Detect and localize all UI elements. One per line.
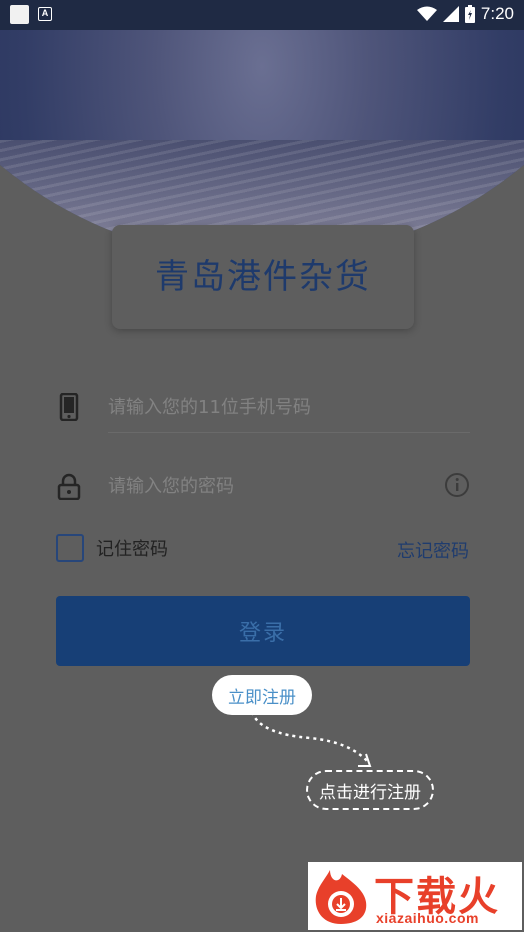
remember-checkbox[interactable] bbox=[56, 534, 84, 562]
a-box-icon: A bbox=[38, 7, 52, 21]
phone-field bbox=[56, 385, 470, 433]
password-field bbox=[56, 464, 470, 508]
phone-input[interactable] bbox=[108, 385, 408, 429]
watermark: 下载火 xiazaihuo.com bbox=[308, 862, 522, 930]
phone-icon bbox=[56, 392, 82, 422]
hero-image bbox=[0, 0, 524, 260]
title-card: 青岛港件杂货 bbox=[112, 225, 414, 329]
app-title: 青岛港件杂货 bbox=[155, 256, 371, 297]
info-icon[interactable] bbox=[444, 472, 470, 498]
forgot-password-link[interactable]: 忘记密码 bbox=[397, 537, 469, 563]
register-hint: 点击进行注册 bbox=[306, 770, 434, 810]
remember-label[interactable]: 记住密码 bbox=[96, 535, 168, 561]
signal-icon bbox=[442, 6, 459, 22]
status-time: 7:20 bbox=[480, 4, 514, 23]
notification-square-icon bbox=[10, 5, 29, 24]
password-input[interactable] bbox=[108, 464, 408, 508]
login-button[interactable]: 登录 bbox=[56, 596, 470, 666]
lock-icon bbox=[56, 472, 82, 501]
phone-underline bbox=[108, 432, 470, 433]
flame-logo-icon bbox=[315, 870, 367, 924]
remember-row: 记住密码 bbox=[56, 533, 168, 563]
watermark-domain: xiazaihuo.com bbox=[376, 910, 479, 926]
status-right: 7:20 bbox=[416, 4, 514, 24]
wifi-icon bbox=[416, 6, 437, 22]
guide-arrow-icon bbox=[250, 711, 372, 767]
status-bar: A 7:20 bbox=[0, 0, 524, 30]
battery-icon bbox=[464, 5, 475, 23]
